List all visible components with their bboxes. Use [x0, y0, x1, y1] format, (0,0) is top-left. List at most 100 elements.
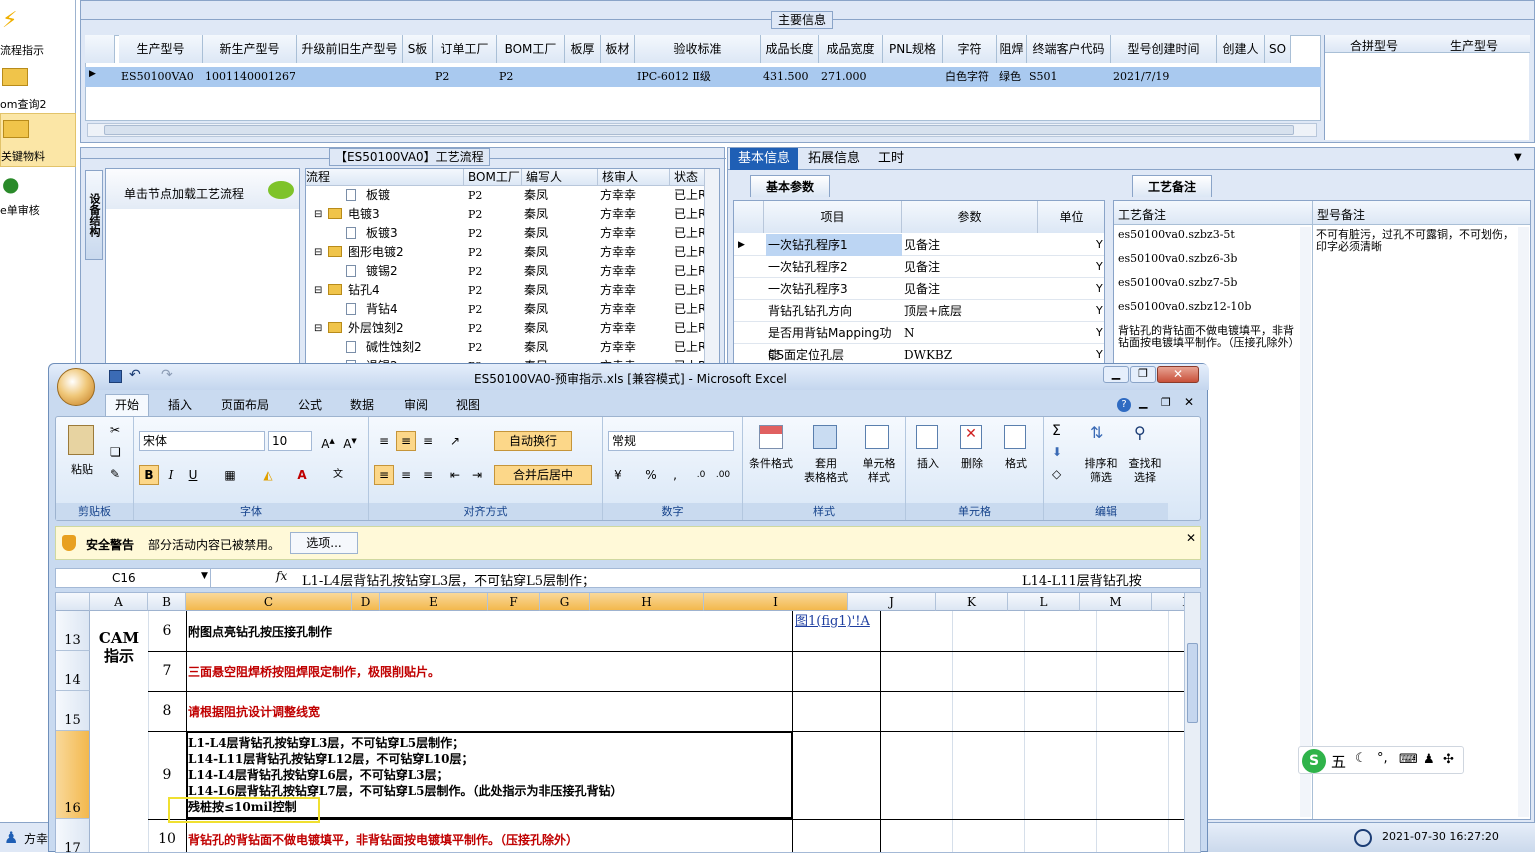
param-value[interactable]: 见备注	[904, 234, 1038, 256]
decrease-decimal-icon[interactable]: .00	[713, 465, 733, 485]
dropdown-arrow-icon[interactable]: ▼	[1514, 152, 1522, 163]
row-index-cell[interactable]: 6	[148, 611, 186, 651]
tree-row[interactable]: 板镀3 P2 秦凤 方幸幸 已上R	[306, 224, 706, 243]
sidebar-item-bom[interactable]: om查询2	[0, 62, 76, 116]
copy-icon[interactable]: ❏	[110, 445, 121, 459]
row-header[interactable]: 16	[56, 731, 90, 819]
row-index-cell[interactable]: 8	[148, 691, 186, 731]
expand-icon[interactable]: ⊟	[314, 281, 322, 300]
column-header[interactable]: 字符	[943, 35, 997, 63]
border-icon[interactable]: ▦	[220, 465, 240, 485]
align-right-icon[interactable]: ≡	[418, 465, 438, 485]
tab-formulas[interactable]: 公式	[298, 396, 322, 414]
param-value[interactable]: 顶层+底层	[904, 300, 1038, 322]
expand-icon[interactable]: ⊟	[314, 205, 322, 224]
cut-icon[interactable]: ✂	[110, 423, 120, 437]
column-header[interactable]: 终端客户代码	[1027, 35, 1111, 63]
vertical-scrollbar[interactable]	[1300, 227, 1311, 817]
column-header[interactable]: 板厚	[565, 35, 601, 63]
close-button[interactable]: ✕	[1157, 366, 1199, 383]
ribbon-restore-button[interactable]: ❐	[1161, 396, 1171, 409]
minimize-button[interactable]: ▁	[1103, 366, 1129, 383]
insert-cells-button[interactable]: 插入	[908, 457, 948, 471]
percent-icon[interactable]: %	[641, 465, 661, 485]
column-header[interactable]: BOM工厂	[497, 35, 565, 63]
options-button[interactable]: 选项...	[290, 532, 358, 554]
fill-color-icon[interactable]: ◭	[258, 465, 278, 485]
tree-row[interactable]: ⊟ 钻孔4 P2 秦凤 方幸幸 已上R	[306, 281, 706, 300]
tree-row[interactable]: 镀锡2 P2 秦凤 方幸幸 已上R	[306, 262, 706, 281]
column-header[interactable]: A	[90, 593, 148, 611]
conditional-format-button[interactable]: 条件格式	[743, 457, 799, 471]
tab-insert[interactable]: 插入	[168, 396, 192, 414]
tree-row[interactable]: ⊟ 电镀3 P2 秦凤 方幸幸 已上R	[306, 205, 706, 224]
bold-icon[interactable]: B	[139, 465, 159, 485]
column-header[interactable]: SO	[1265, 35, 1291, 63]
column-header[interactable]: 新生产型号	[203, 35, 297, 63]
delete-cells-button[interactable]: 删除	[952, 457, 992, 471]
increase-indent-icon[interactable]: ⇥	[467, 465, 487, 485]
merge-center-button[interactable]: 合并后居中	[494, 465, 592, 485]
column-header[interactable]: 验收标准	[635, 35, 761, 63]
column-header[interactable]: I	[704, 593, 848, 611]
help-icon[interactable]: ?	[1117, 398, 1131, 412]
align-top-icon[interactable]: ≡	[374, 431, 394, 451]
table-format-button[interactable]: 套用 表格格式	[797, 457, 855, 485]
row-header[interactable]: 15	[56, 691, 90, 731]
column-header[interactable]: J	[848, 593, 936, 611]
column-header[interactable]: 板材	[601, 35, 635, 63]
ime-toolbar[interactable]: S 五 ☾ °, ⌨ ♟ ✣	[1298, 746, 1464, 774]
tab-process-notes[interactable]: 工艺备注	[1132, 175, 1212, 197]
vertical-scrollbar[interactable]	[1518, 227, 1529, 817]
increase-decimal-icon[interactable]: .0	[691, 465, 711, 485]
row-header[interactable]: 14	[56, 651, 90, 691]
user-icon[interactable]: ♟	[1423, 752, 1435, 767]
expand-icon[interactable]: ⊟	[314, 243, 322, 262]
column-header[interactable]: 生产型号	[119, 35, 203, 63]
instruction-cell[interactable]: 附图点亮钻孔按压接孔制作	[188, 623, 332, 640]
autosum-icon[interactable]: Σ	[1052, 423, 1061, 439]
grow-font-icon[interactable]: A▲	[318, 431, 338, 451]
format-cells-button[interactable]: 格式	[996, 457, 1036, 471]
redo-icon[interactable]: ↷	[161, 367, 173, 383]
hyperlink-cell[interactable]: 图1(fig1)'!A	[795, 613, 879, 630]
punctuation-icon[interactable]: °,	[1377, 751, 1388, 766]
number-format-combo[interactable]: 常规	[608, 431, 734, 451]
format-painter-icon[interactable]: ✎	[110, 467, 120, 481]
keyboard-icon[interactable]: ⌨	[1399, 752, 1418, 767]
restore-button[interactable]: ❐	[1130, 366, 1156, 383]
column-header[interactable]: E	[380, 593, 488, 611]
column-header[interactable]: C	[186, 593, 352, 611]
currency-icon[interactable]: ¥	[608, 465, 628, 485]
close-icon[interactable]: ✕	[1186, 531, 1196, 545]
instruction-cell[interactable]: 背钻孔的背钻面不做电镀填平，非背钻面按电镀填平制作。（压接孔除外）	[188, 831, 578, 848]
formula-input[interactable]: L1-L4层背钻孔按钻穿L3层，不可钻穿L5层制作；	[302, 570, 595, 589]
column-header[interactable]: K	[936, 593, 1008, 611]
column-header[interactable]: 成品宽度	[819, 35, 883, 63]
row-index-cell[interactable]: 10	[148, 819, 186, 852]
table-row[interactable]: ▶ 一次钻孔程序1 见备注 Y	[734, 234, 1104, 256]
tab-extended-info[interactable]: 拓展信息	[800, 148, 868, 170]
vertical-scrollbar[interactable]	[704, 169, 719, 377]
instruction-cell[interactable]: 请根据阻抗设计调整线宽	[188, 703, 320, 720]
column-header[interactable]: PNL规格	[883, 35, 943, 63]
save-icon[interactable]	[109, 370, 122, 383]
tab-view[interactable]: 视图	[456, 396, 480, 414]
row-index-cell[interactable]: 7	[148, 651, 186, 691]
column-header[interactable]: G	[540, 593, 590, 611]
sidebar-item-review[interactable]: ● e单审核	[0, 168, 76, 222]
shrink-font-icon[interactable]: A▼	[340, 431, 360, 451]
tree-row[interactable]: ⊟ 图形电镀2 P2 秦凤 方幸幸 已上R	[306, 243, 706, 262]
column-header[interactable]: H	[590, 593, 704, 611]
phonetic-icon[interactable]: 文	[328, 465, 348, 485]
table-row[interactable]: 是否用背钻Mapping功能 N Y	[734, 322, 1104, 362]
function-icon[interactable]: fx	[276, 569, 287, 583]
decrease-indent-icon[interactable]: ⇤	[445, 465, 465, 485]
tab-work-hours[interactable]: 工时	[870, 148, 912, 170]
grid-icon[interactable]: ✣	[1443, 752, 1454, 767]
sidebar-item-key-materials[interactable]: 关键物料	[0, 113, 76, 167]
instruction-cell[interactable]: 三面悬空阻焊桥按阻焊限定制作，极限削贴片。	[188, 663, 440, 680]
orientation-icon[interactable]: ↗	[445, 431, 465, 451]
name-box[interactable]: C16	[56, 569, 211, 587]
wrap-text-button[interactable]: 自动换行	[494, 431, 572, 451]
